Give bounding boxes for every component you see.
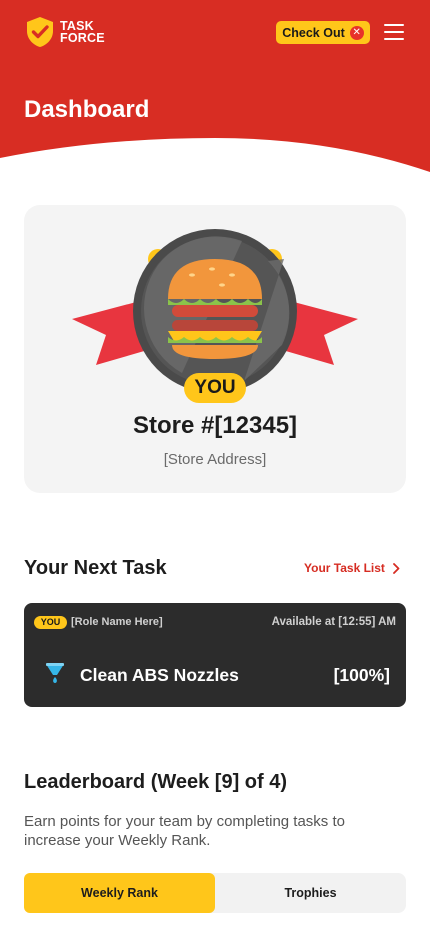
check-out-label: Check Out [282, 25, 345, 40]
task-role: [Role Name Here] [71, 616, 163, 628]
task-list-label: Your Task List [304, 561, 385, 575]
you-badge: YOU [184, 373, 246, 403]
you-tag: YOU [34, 616, 67, 629]
leaderboard-tabs: Weekly Rank Trophies [24, 873, 406, 913]
store-address: [Store Address] [163, 451, 267, 468]
app-logo[interactable]: TASK FORCE [24, 16, 105, 48]
hamburger-menu-icon[interactable] [384, 24, 404, 40]
task-list-link[interactable]: Your Task List [304, 561, 400, 575]
check-out-button[interactable]: Check Out ✕ [276, 21, 370, 44]
app-header: TASK FORCE Check Out ✕ Dashboard [0, 0, 430, 172]
chevron-right-icon [393, 562, 400, 574]
store-name: Store #[12345] [132, 412, 298, 439]
next-task-card[interactable]: YOU [Role Name Here] Available at [12:55… [24, 603, 406, 707]
logo-line-2: FORCE [60, 31, 105, 45]
task-progress: [100%] [333, 665, 390, 685]
logo-text: TASK FORCE [60, 20, 105, 45]
shield-check-icon [27, 17, 53, 47]
store-card: YOU Store #[12345] [Store Address] [24, 205, 406, 493]
close-circle-icon: ✕ [349, 25, 364, 40]
tab-trophies[interactable]: Trophies [215, 873, 406, 913]
page-title: Dashboard [24, 96, 150, 123]
next-task-heading: Your Next Task [24, 557, 167, 579]
task-availability: Available at [12:55] AM [271, 616, 396, 628]
task-name: Clean ABS Nozzles [80, 665, 239, 685]
leaderboard-description: Earn points for your team by completing … [24, 813, 345, 849]
nozzle-icon [46, 663, 64, 683]
leaderboard-heading: Leaderboard (Week [9] of 4) [24, 771, 288, 793]
tab-weekly-rank[interactable]: Weekly Rank [24, 873, 215, 913]
